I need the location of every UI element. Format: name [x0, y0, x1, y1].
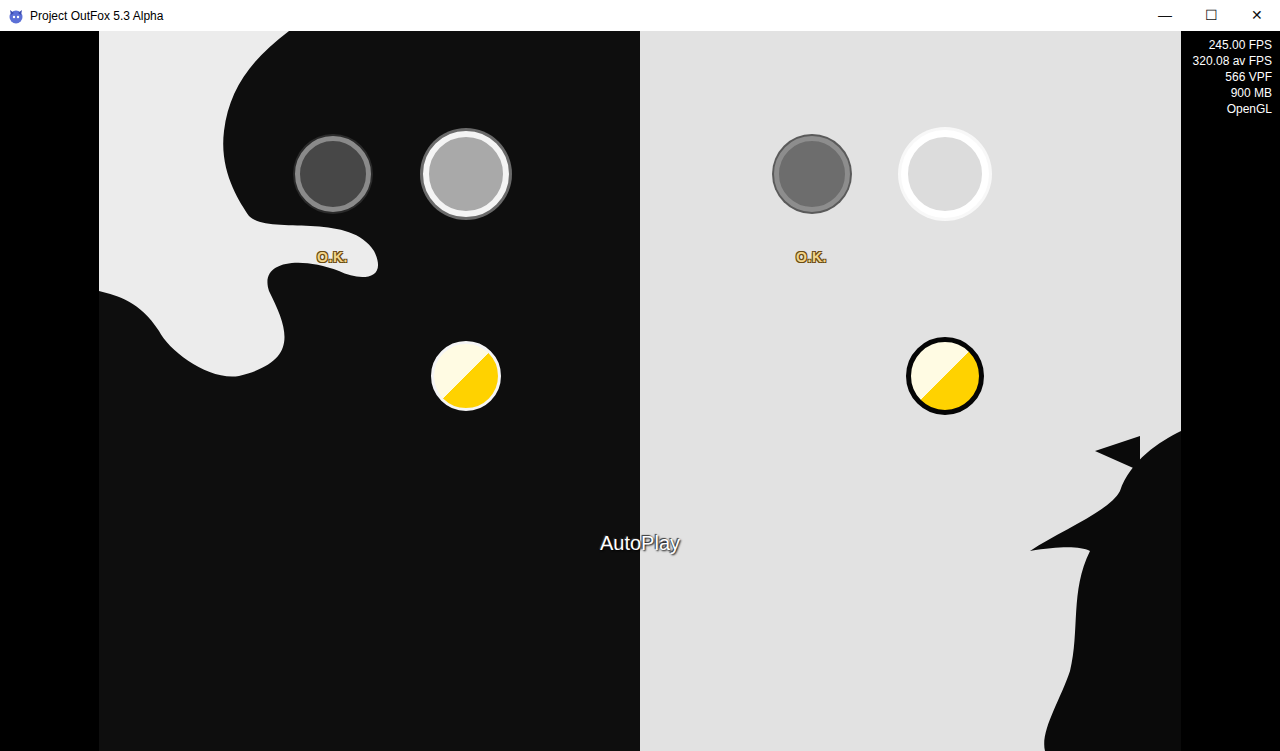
lane: O.K.: [745, 130, 878, 415]
judgment-label: O.K.: [317, 247, 348, 268]
receptor-slot: [774, 130, 850, 218]
receptor-slot: [423, 130, 509, 218]
autoplay-label: AutoPlay: [596, 528, 684, 558]
playfield: O.K.: [640, 31, 1181, 751]
judgment-slot: O.K.: [796, 246, 827, 268]
left-gutter: [0, 31, 99, 751]
stat-line: 900 MB: [1181, 85, 1272, 101]
judgment-slot: O.K.: [317, 246, 348, 268]
window-title: Project OutFox 5.3 Alpha: [24, 7, 1142, 25]
tap-note: [431, 341, 501, 411]
receptor: [423, 131, 509, 217]
receptor-slot: [295, 130, 371, 218]
note-slot: [906, 337, 984, 415]
note-field: O.K.: [640, 31, 1181, 415]
lane: [878, 130, 1011, 415]
lane: O.K.: [266, 130, 399, 415]
playfield: O.K.: [99, 31, 640, 751]
background-art: [99, 31, 640, 751]
tap-note: [906, 337, 984, 415]
stat-line: 566 VPF: [1181, 69, 1272, 85]
judgment-label: O.K.: [796, 247, 827, 268]
note-field: O.K.: [99, 31, 640, 415]
stat-line: OpenGL: [1181, 101, 1272, 117]
close-button[interactable]: ✕: [1234, 0, 1280, 31]
stat-line: 245.00 FPS: [1181, 37, 1272, 53]
stat-line: 320.08 av FPS: [1181, 53, 1272, 69]
game-screen: O.K. O.K. 245.00 FPS320.08 av FPS566 VPF90…: [0, 31, 1280, 751]
receptor: [901, 130, 989, 218]
title-bar: Project OutFox 5.3 Alpha—☐✕: [0, 0, 1280, 31]
right-gutter: 245.00 FPS320.08 av FPS566 VPF900 MBOpen…: [1181, 31, 1280, 751]
app-icon-wrap: [0, 8, 24, 24]
maximize-button[interactable]: ☐: [1188, 0, 1234, 31]
receptor: [295, 136, 371, 212]
note-slot: [431, 337, 501, 415]
debug-stats: 245.00 FPS320.08 av FPS566 VPF900 MBOpen…: [1181, 31, 1280, 117]
fox-logo-icon: [8, 8, 24, 24]
receptor-slot: [901, 130, 989, 218]
lane: [399, 130, 532, 415]
receptor: [774, 136, 850, 212]
minimize-button[interactable]: —: [1142, 0, 1188, 31]
